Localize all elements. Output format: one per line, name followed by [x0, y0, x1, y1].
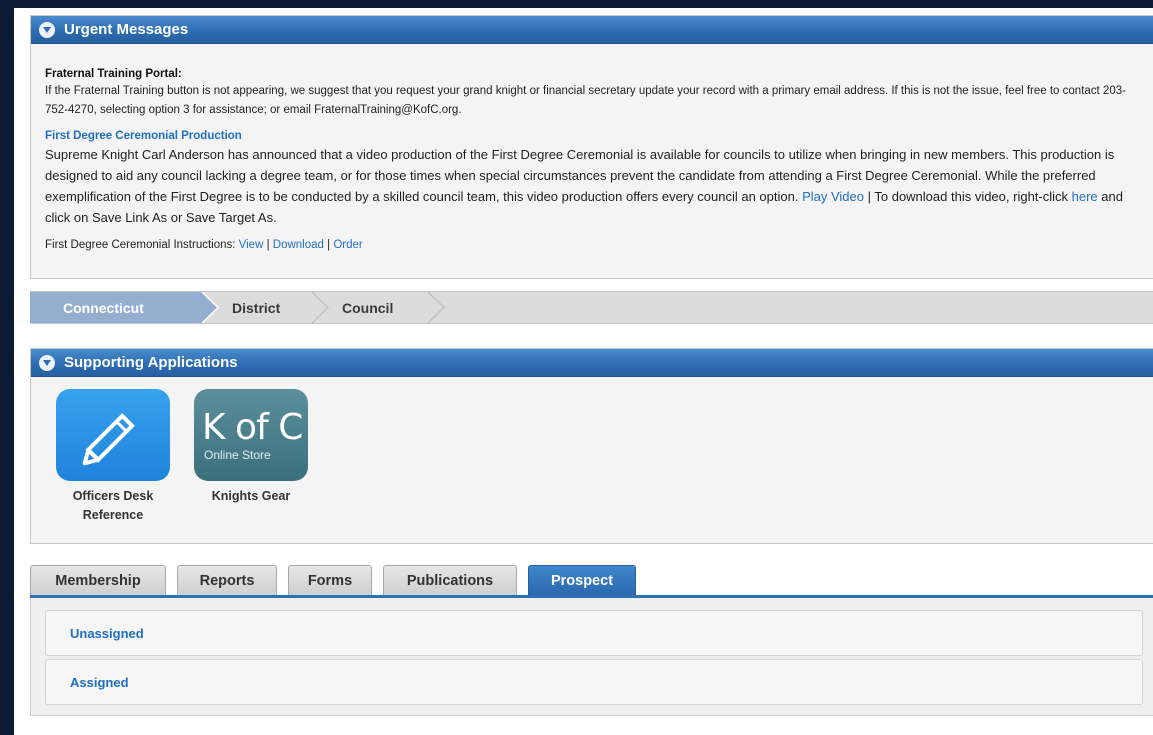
tab-reports[interactable]: Reports: [177, 565, 277, 596]
separator: |: [323, 239, 334, 251]
instructions-line: First Degree Ceremonial Instructions: Vi…: [45, 236, 1139, 255]
accordion-unassigned[interactable]: Unassigned: [45, 610, 1143, 656]
portal-title: Fraternal Training Portal:: [45, 68, 182, 80]
instructions-label: First Degree Ceremonial Instructions:: [45, 239, 239, 251]
breadcrumb-connecticut[interactable]: Connecticut: [30, 292, 202, 323]
ceremonial-title-text[interactable]: First Degree Ceremonial Production: [45, 130, 242, 142]
collapse-arrow-icon[interactable]: [39, 354, 55, 371]
app-label[interactable]: Knights Gear: [193, 487, 309, 506]
supporting-applications-header[interactable]: Supporting Applications: [31, 349, 1153, 377]
accordion-assigned[interactable]: Assigned: [45, 659, 1143, 705]
download-link[interactable]: Download: [273, 239, 324, 251]
portal-text: If the Fraternal Training button is not …: [45, 85, 1126, 116]
app-knights-gear[interactable]: K of C Online Store Knights Gear: [193, 389, 309, 506]
collapse-arrow-icon[interactable]: [39, 21, 55, 38]
ceremonial-title[interactable]: First Degree Ceremonial Production: [45, 128, 1139, 144]
breadcrumb-council[interactable]: Council: [312, 292, 432, 323]
app-label[interactable]: Officers Desk Reference: [55, 487, 171, 525]
order-link[interactable]: Order: [333, 239, 362, 251]
download-text-1: | To download this video, right-click: [864, 189, 1072, 204]
breadcrumb-district[interactable]: District: [202, 292, 312, 323]
view-link[interactable]: View: [239, 239, 264, 251]
tab-membership[interactable]: Membership: [30, 565, 166, 596]
kofc-store-icon[interactable]: K of C Online Store: [194, 389, 308, 481]
urgent-messages-body: Fraternal Training Portal: If the Frater…: [31, 44, 1153, 255]
play-video-link[interactable]: Play Video: [802, 189, 864, 204]
separator: |: [263, 239, 273, 251]
tab-forms[interactable]: Forms: [288, 565, 372, 596]
supporting-applications-title: Supporting Applications: [64, 354, 238, 371]
here-link[interactable]: here: [1072, 189, 1098, 204]
app-officers-desk-reference[interactable]: Officers Desk Reference: [55, 389, 171, 525]
store-icon-text: K of C: [202, 407, 303, 448]
supporting-applications-panel: Supporting Applications Officers Desk Re…: [30, 348, 1153, 544]
prospect-tab-panel: Unassigned Assigned: [30, 598, 1153, 716]
ceremonial-text-block: Supreme Knight Carl Anderson has announc…: [45, 144, 1139, 228]
urgent-messages-title: Urgent Messages: [64, 21, 189, 38]
breadcrumb: Connecticut District Council: [30, 291, 1153, 324]
tab-prospect[interactable]: Prospect: [528, 565, 636, 596]
store-icon-subtext: Online Store: [204, 448, 271, 462]
urgent-messages-panel: Urgent Messages Fraternal Training Porta…: [30, 15, 1153, 279]
urgent-messages-header[interactable]: Urgent Messages: [31, 16, 1153, 44]
tab-publications[interactable]: Publications: [383, 565, 517, 596]
portal-canvas: Urgent Messages Fraternal Training Porta…: [14, 8, 1153, 735]
pencil-icon[interactable]: [56, 389, 170, 481]
